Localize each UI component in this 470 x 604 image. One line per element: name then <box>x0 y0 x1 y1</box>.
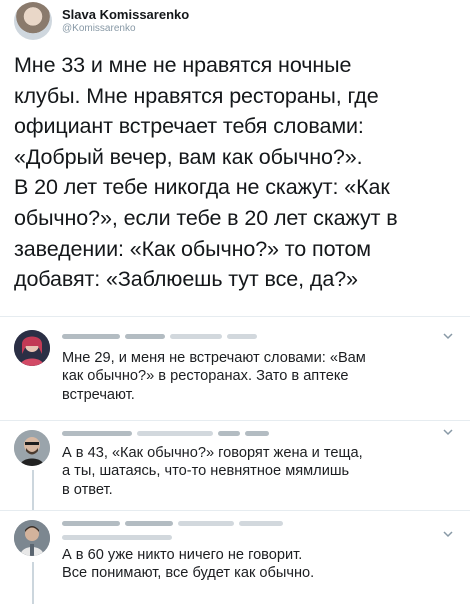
tweet-line: Мне 33 и мне не нравятся ночные <box>14 53 352 77</box>
author-name[interactable]: Slava Komissarenko <box>62 7 189 22</box>
author-avatar[interactable] <box>14 2 52 40</box>
reply-meta-blurred <box>62 518 283 528</box>
reply-text: А в 43, «Как обычно?» говорят жена и тещ… <box>62 444 363 499</box>
tweet-line: официант встречает тебя словами: <box>14 114 364 139</box>
chevron-down-icon[interactable] <box>442 426 454 438</box>
tweet-line: обычно?», если тебе в 20 лет скажут в <box>14 205 398 230</box>
reply-avatar-image <box>14 330 50 366</box>
tweet-header: Slava Komissarenko @Komissarenko <box>14 2 189 40</box>
chevron-down-icon[interactable] <box>442 528 454 540</box>
tweet-text: Мне 33 и мне не нравятся ночные клубы. М… <box>14 50 460 295</box>
reply-line: как обычно?» в ресторанах. Зато в аптеке <box>62 368 349 385</box>
author-info: Slava Komissarenko @Komissarenko <box>62 7 189 35</box>
thread-line <box>32 562 34 604</box>
chevron-down-icon[interactable] <box>442 330 454 342</box>
reply-item[interactable]: А в 43, «Как обычно?» говорят жена и тещ… <box>0 420 470 510</box>
reply-line: Все понимают, все будет как обычно. <box>62 565 315 582</box>
reply-text: Мне 29, и меня не встречают словами: «Ва… <box>62 349 366 404</box>
tweet-line: добавят: «Заблюешь тут все, да?» <box>14 267 358 292</box>
reply-item[interactable]: А в 60 уже никто ничего не говорит. Все … <box>0 510 470 604</box>
reply-avatar[interactable] <box>14 330 50 366</box>
reply-text: А в 60 уже никто ничего не говорит. Все … <box>62 546 314 583</box>
reply-line: А в 43, «Как обычно?» говорят жена и тещ… <box>62 445 363 461</box>
thread-line <box>32 470 34 510</box>
reply-avatar[interactable] <box>14 430 50 466</box>
tweet-line: В 20 лет тебе никогда не скажут: «Как <box>14 175 390 200</box>
reply-line: встречают. <box>62 386 135 403</box>
reply-subline-blurred <box>62 532 172 542</box>
reply-line: в ответ. <box>62 481 113 498</box>
reply-line: А в 60 уже никто ничего не говорит. <box>62 547 303 563</box>
author-handle[interactable]: @Komissarenko <box>62 22 189 35</box>
tweet-line: «Добрый вечер, вам как обычно?». <box>14 144 363 169</box>
reply-meta-blurred <box>62 331 257 341</box>
replies-list: Мне 29, и меня не встречают словами: «Ва… <box>0 316 470 604</box>
reply-item[interactable]: Мне 29, и меня не встречают словами: «Ва… <box>0 316 470 420</box>
reply-line: Мне 29, и меня не встречают словами: «Ва… <box>62 350 366 366</box>
reply-line: а ты, шатаясь, что-то невнятное мямлишь <box>62 463 350 480</box>
reply-avatar-image <box>14 520 50 556</box>
tweet-line: клубы. Мне нравятся рестораны, где <box>14 83 379 108</box>
tweet-line: заведении: «Как обычно?» то потом <box>14 236 371 261</box>
reply-avatar-image <box>14 430 50 466</box>
reply-avatar[interactable] <box>14 520 50 556</box>
reply-meta-blurred <box>62 428 269 438</box>
